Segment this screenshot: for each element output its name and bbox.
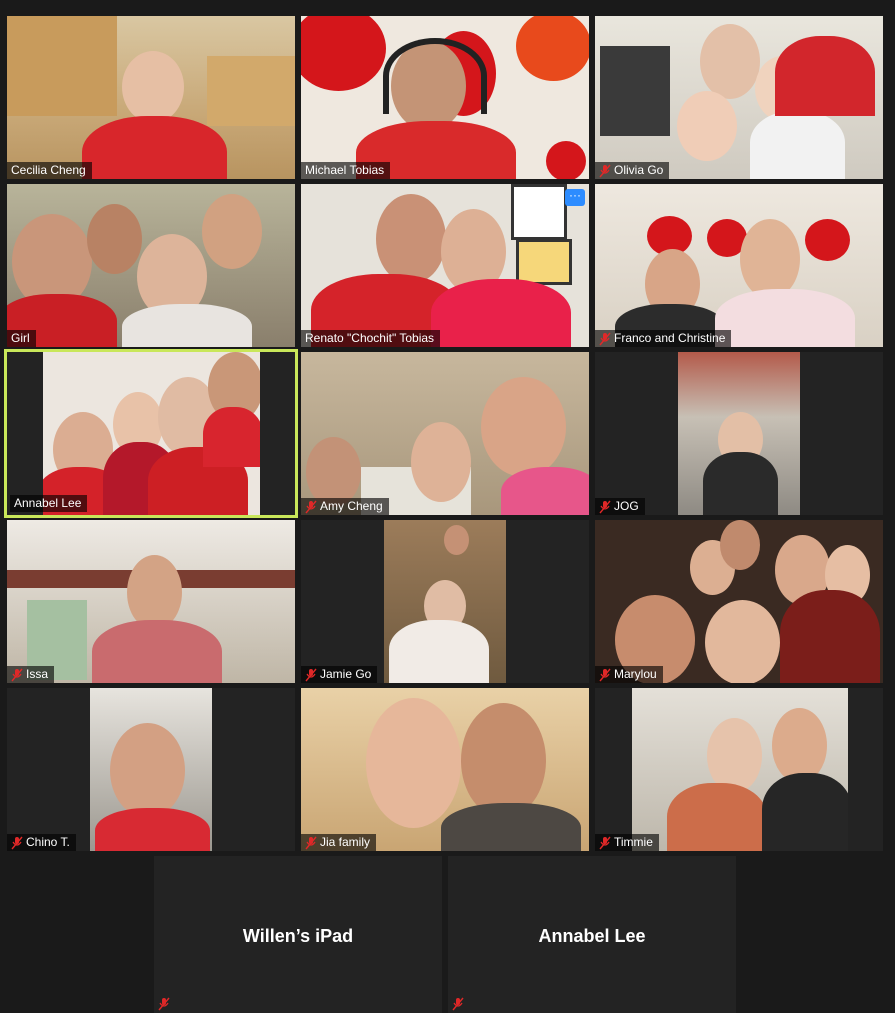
video-feed: [301, 16, 589, 179]
muted-mic-icon: [305, 500, 317, 513]
video-tile[interactable]: Girl: [7, 184, 295, 347]
video-tile[interactable]: JOG: [595, 352, 883, 515]
video-feed: [301, 184, 589, 347]
participant-name-label: Jia family: [301, 834, 377, 851]
muted-mic-icon: [599, 332, 611, 345]
video-feed: [384, 520, 506, 683]
participant-name-label: Olivia Go: [595, 162, 670, 179]
video-feed: [7, 184, 295, 347]
participant-name-label: Amy Cheng: [301, 498, 389, 515]
video-tile[interactable]: Jia family: [301, 688, 589, 851]
video-off-tile[interactable]: Willen’s iPad: [154, 856, 442, 1013]
video-off-tile[interactable]: Annabel Lee: [448, 856, 736, 1013]
participant-name-label: Michael Tobias: [301, 162, 391, 179]
participant-name-label: Franco and Christine: [595, 330, 732, 347]
participant-name-label: Marylou: [595, 666, 663, 683]
participant-name-label: JOG: [595, 498, 645, 515]
video-feed: [301, 352, 589, 515]
video-feed: [90, 688, 212, 851]
muted-mic-icon: [11, 668, 23, 681]
video-tile[interactable]: Cecilia Cheng: [7, 16, 295, 179]
participant-name-label: Willen’s iPad: [242, 926, 354, 946]
muted-mic-icon: [599, 500, 611, 513]
video-tile[interactable]: Olivia Go: [595, 16, 883, 179]
video-tile-active-speaker[interactable]: Annabel Lee: [4, 349, 298, 518]
muted-mic-icon: [599, 668, 611, 681]
muted-mic-icon: [11, 836, 23, 849]
video-tile[interactable]: Marylou: [595, 520, 883, 683]
video-tile[interactable]: Michael Tobias: [301, 16, 589, 179]
video-feed: [595, 184, 883, 347]
video-tile[interactable]: Timmie: [595, 688, 883, 851]
participant-name-label: Cecilia Cheng: [7, 162, 92, 179]
video-tile[interactable]: Issa: [7, 520, 295, 683]
video-feed: [7, 16, 295, 179]
video-feed: [43, 352, 260, 515]
video-tile[interactable]: Franco and Christine: [595, 184, 883, 347]
video-feed: [595, 16, 883, 179]
video-tile[interactable]: ··· Renato "Chochit" Tobias: [301, 184, 589, 347]
more-options-button[interactable]: ···: [565, 189, 585, 206]
muted-mic-icon: [305, 836, 317, 849]
video-feed: [301, 688, 589, 851]
video-tile[interactable]: Jamie Go: [301, 520, 589, 683]
video-feed: [595, 520, 883, 683]
muted-mic-icon: [305, 668, 317, 681]
video-feed: [632, 688, 848, 851]
video-tile[interactable]: Amy Cheng: [301, 352, 589, 515]
video-tile[interactable]: Chino T.: [7, 688, 295, 851]
participant-name-label: Girl: [7, 330, 36, 347]
muted-mic-icon: [599, 164, 611, 177]
participant-name-label: Timmie: [595, 834, 659, 851]
muted-mic-icon: [599, 836, 611, 849]
participant-name-label: Renato "Chochit" Tobias: [301, 330, 441, 347]
participant-name-label: Chino T.: [7, 834, 76, 851]
video-feed: [7, 520, 295, 683]
muted-mic-icon: [158, 997, 170, 1011]
participant-name-label: Annabel Lee: [538, 926, 646, 946]
participant-name-label: Jamie Go: [301, 666, 378, 683]
muted-mic-icon: [452, 997, 464, 1011]
video-feed: [678, 352, 800, 515]
participant-name-label: Annabel Lee: [10, 495, 88, 512]
participant-name-label: Issa: [7, 666, 55, 683]
